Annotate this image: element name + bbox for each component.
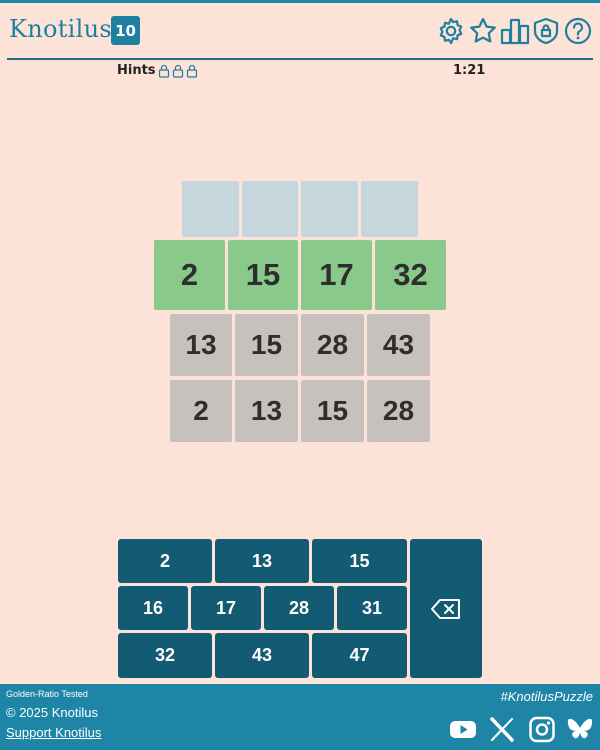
key-button[interactable]: 47 [312, 633, 407, 678]
timer: 1:21 [453, 63, 486, 78]
instagram-icon[interactable] [528, 715, 556, 743]
star-icon[interactable] [468, 16, 498, 46]
x-icon[interactable] [488, 715, 516, 743]
hints-label: Hints [117, 63, 156, 78]
key-button[interactable]: 13 [215, 539, 309, 583]
support-link[interactable]: Support Knotilus [6, 725, 101, 740]
guess-tile: 13 [170, 314, 232, 376]
key-button[interactable]: 15 [312, 539, 407, 583]
answer-slot-1 [182, 181, 239, 237]
guess-tile: 28 [367, 380, 430, 442]
stats-icon[interactable] [500, 16, 530, 46]
golden-ratio-tested: Golden-Ratio Tested [6, 689, 88, 699]
gear-icon[interactable] [436, 16, 466, 46]
key-button[interactable]: 32 [118, 633, 212, 678]
answer-slot-2 [242, 181, 298, 237]
youtube-icon[interactable] [449, 715, 477, 743]
correct-tile: 15 [228, 240, 298, 310]
guess-tile: 15 [301, 380, 364, 442]
hints-indicator[interactable]: Hints [117, 63, 198, 78]
answer-slot-4 [361, 181, 418, 237]
guess-tile: 2 [170, 380, 232, 442]
shield-lock-icon[interactable] [531, 16, 561, 46]
puzzle-number-badge: 10 [111, 16, 140, 45]
guess-tile: 43 [367, 314, 430, 376]
lock-icon [172, 64, 184, 78]
key-button[interactable]: 43 [215, 633, 309, 678]
footer: Golden-Ratio Tested © 2025 Knotilus Supp… [0, 684, 600, 750]
correct-tile: 17 [301, 240, 372, 310]
key-button[interactable]: 2 [118, 539, 212, 583]
backspace-button[interactable] [410, 539, 482, 678]
key-button[interactable]: 31 [337, 586, 407, 630]
guess-tile: 28 [301, 314, 364, 376]
bluesky-icon[interactable] [566, 715, 594, 743]
logo-text: Knotilus [9, 15, 113, 43]
correct-tile: 2 [154, 240, 225, 310]
hashtag: #KnotilusPuzzle [500, 689, 594, 704]
guess-tile: 13 [235, 380, 298, 442]
header-divider [7, 58, 593, 60]
help-icon[interactable] [563, 16, 593, 46]
correct-tile: 32 [375, 240, 446, 310]
copyright: © 2025 Knotilus [6, 705, 98, 720]
key-button[interactable]: 28 [264, 586, 334, 630]
key-button[interactable]: 16 [118, 586, 188, 630]
backspace-icon [430, 598, 462, 620]
header: Knotilus 10 [0, 3, 600, 59]
answer-slot-3 [301, 181, 358, 237]
lock-icon [186, 64, 198, 78]
lock-icon [158, 64, 170, 78]
guess-tile: 15 [235, 314, 298, 376]
key-button[interactable]: 17 [191, 586, 261, 630]
